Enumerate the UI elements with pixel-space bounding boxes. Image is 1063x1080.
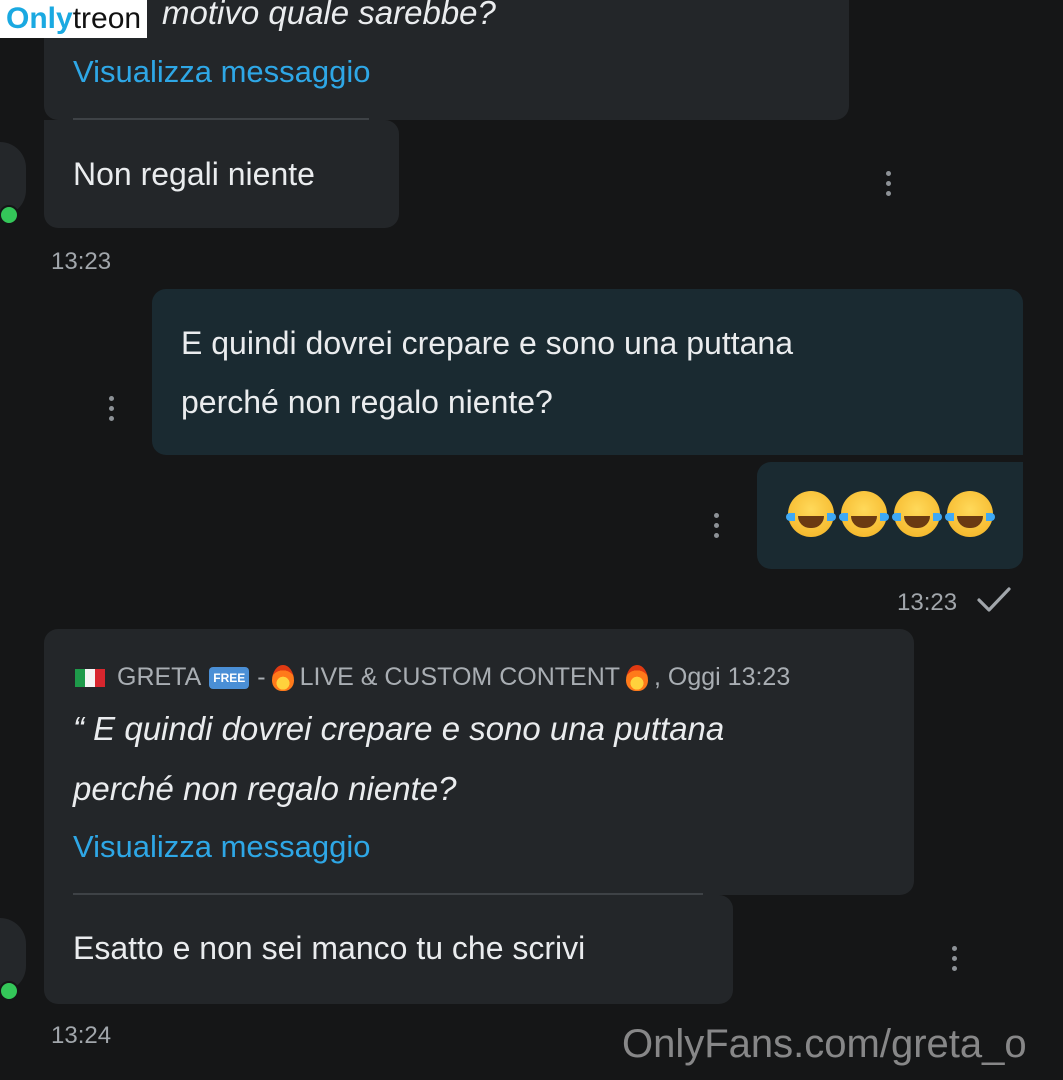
laughing-emoji-group bbox=[786, 491, 1000, 537]
message-timestamp: 13:24 bbox=[51, 1022, 112, 1049]
free-badge-icon: FREE bbox=[209, 666, 250, 689]
online-status-dot bbox=[0, 205, 19, 225]
onlyfans-watermark: OnlyFans.com/greta_o bbox=[622, 1022, 1027, 1066]
fire-icon bbox=[626, 664, 649, 691]
onlytreon-logo: Only treon bbox=[0, 0, 148, 38]
quoted-message-text: motivo quale sarebbe? bbox=[162, 0, 496, 31]
sender-name: GRETA bbox=[117, 663, 202, 691]
view-message-link[interactable]: Visualizza messaggio bbox=[73, 829, 371, 865]
outgoing-message-line-2: perché non regalo niente? bbox=[181, 384, 553, 420]
outgoing-message-line-1: E quindi dovrei crepare e sono una putta… bbox=[181, 325, 793, 361]
message-options-icon[interactable] bbox=[885, 171, 891, 196]
quoted-message-line-2: perché non regalo niente? bbox=[73, 770, 457, 807]
incoming-message-text: Esatto e non sei manco tu che scrivi bbox=[73, 930, 586, 966]
message-timestamp: 13:23 bbox=[51, 248, 112, 275]
quoted-sender-header: GRETA FREE - LIVE & CUSTOM CONTENT , Ogg… bbox=[75, 663, 790, 692]
view-message-link[interactable]: Visualizza messaggio bbox=[73, 54, 371, 90]
message-options-icon[interactable] bbox=[713, 513, 719, 538]
tears-of-joy-icon bbox=[892, 491, 942, 537]
tears-of-joy-icon bbox=[945, 491, 995, 537]
header-separator: - bbox=[257, 663, 266, 691]
message-options-icon[interactable] bbox=[108, 396, 114, 421]
message-timestamp: 13:23 bbox=[897, 589, 958, 616]
sender-title: LIVE & CUSTOM CONTENT bbox=[299, 663, 621, 691]
quote-date: , Oggi 13:23 bbox=[654, 663, 791, 691]
read-checkmark-icon bbox=[975, 585, 1013, 620]
logo-part-treon: treon bbox=[72, 2, 142, 35]
tears-of-joy-icon bbox=[839, 491, 889, 537]
incoming-message-text: Non regali niente bbox=[73, 156, 315, 192]
message-options-icon[interactable] bbox=[951, 946, 957, 971]
tears-of-joy-icon bbox=[786, 491, 836, 537]
logo-part-only: Only bbox=[6, 2, 73, 35]
online-status-dot bbox=[0, 981, 19, 1001]
quoted-message-line-1: “ E quindi dovrei crepare e sono una put… bbox=[73, 710, 725, 747]
italy-flag-icon bbox=[75, 668, 105, 687]
fire-icon bbox=[271, 664, 294, 691]
